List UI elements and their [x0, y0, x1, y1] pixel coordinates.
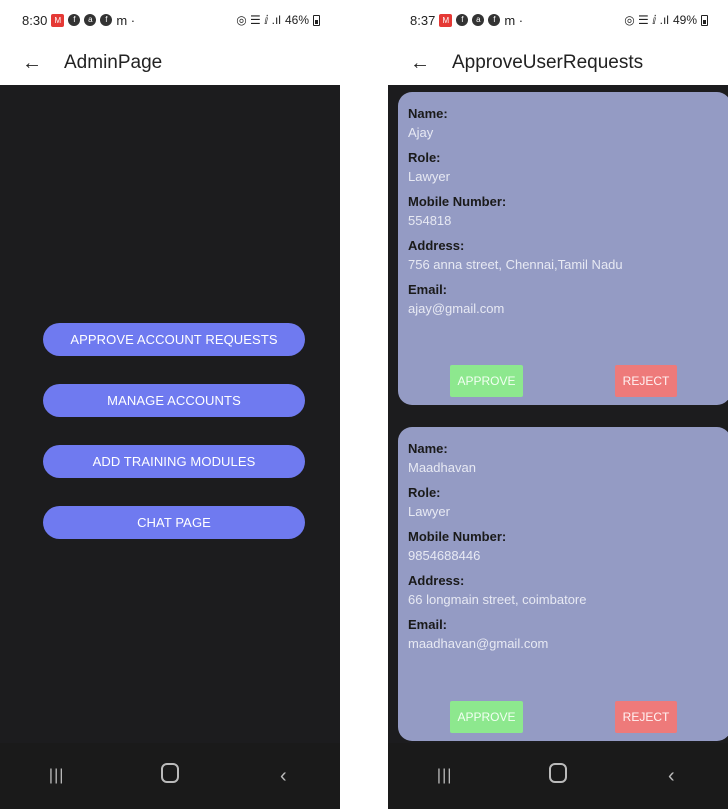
role-label: Role: [408, 150, 441, 165]
home-icon [160, 763, 179, 783]
battery-level: 46% [284, 13, 309, 27]
notification-icon: M [51, 13, 65, 27]
signal-icon: ◎ ☰ ⅈ .ıl [624, 13, 669, 27]
email-value: ajay@gmail.com [408, 301, 505, 316]
status-bar: 8:30 M f a f m · ◎ ☰ ⅈ .ıl 46% [0, 0, 340, 40]
address-label: Address: [408, 573, 465, 588]
admin-content: APPROVE ACCOUNT REQUESTS MANAGE ACCOUNTS… [0, 85, 340, 743]
mobile-value: 9854688446 [408, 548, 481, 563]
home-button[interactable] [140, 763, 200, 789]
notification-icon: f [456, 14, 469, 26]
name-value: Maadhavan [408, 460, 476, 475]
notification-icon: f [68, 14, 81, 26]
reject-button[interactable]: REJECT [615, 365, 677, 397]
status-time: 8:37 [410, 12, 436, 28]
name-value: Ajay [408, 125, 434, 140]
notification-icon: M [439, 13, 453, 27]
request-card: Name: Maadhavan Role: Lawyer Mobile Numb… [398, 427, 728, 741]
name-label: Name: [408, 106, 448, 121]
home-icon [548, 763, 567, 783]
signal-icon: ◎ ☰ ⅈ .ıl [236, 13, 281, 27]
system-nav-bar: ||| ‹ [0, 743, 340, 809]
chevron-left-icon[interactable]: ‹ [641, 765, 701, 788]
chat-page-button[interactable]: CHAT PAGE [43, 506, 305, 539]
notification-icon: f [488, 14, 501, 26]
card-actions: APPROVE REJECT [398, 701, 728, 733]
request-card: Name: Ajay Role: Lawyer Mobile Number: 5… [398, 92, 728, 405]
role-label: Role: [408, 485, 441, 500]
recent-apps-icon[interactable]: ||| [27, 767, 87, 785]
recent-apps-icon[interactable]: ||| [415, 767, 475, 785]
home-button[interactable] [528, 763, 588, 789]
app-bar: ← AdminPage [0, 40, 340, 85]
battery-icon [701, 14, 708, 26]
status-bar: 8:37 M f a f m · ◎ ☰ ⅈ .ıl 49% [388, 0, 728, 40]
approve-button[interactable]: APPROVE [450, 701, 523, 733]
approve-account-requests-button[interactable]: APPROVE ACCOUNT REQUESTS [43, 323, 305, 356]
app-bar: ← ApproveUserRequests [388, 40, 728, 85]
email-value: maadhavan@gmail.com [408, 636, 549, 651]
card-actions: APPROVE REJECT [398, 365, 728, 397]
admin-page-screen: 8:30 M f a f m · ◎ ☰ ⅈ .ıl 46% ← AdminPa… [0, 0, 340, 809]
notification-icon: a [472, 14, 485, 26]
address-value: 756 anna street, Chennai,Tamil Nadu [408, 257, 623, 272]
arrow-left-icon[interactable]: ← [22, 53, 42, 73]
address-value: 66 longmain street, coimbatore [408, 592, 587, 607]
mobile-label: Mobile Number: [408, 194, 507, 209]
requests-list: Name: Ajay Role: Lawyer Mobile Number: 5… [388, 85, 728, 743]
manage-accounts-button[interactable]: MANAGE ACCOUNTS [43, 384, 305, 417]
approve-requests-screen: 8:37 M f a f m · ◎ ☰ ⅈ .ıl 49% ← Approve… [388, 0, 728, 809]
arrow-left-icon[interactable]: ← [410, 53, 430, 73]
address-label: Address: [408, 238, 465, 253]
chevron-left-icon[interactable]: ‹ [253, 765, 313, 788]
email-label: Email: [408, 617, 448, 632]
role-value: Lawyer [408, 504, 450, 519]
name-label: Name: [408, 441, 448, 456]
page-title: AdminPage [64, 51, 163, 73]
battery-icon [313, 14, 320, 26]
add-training-modules-button[interactable]: ADD TRAINING MODULES [43, 445, 305, 478]
status-time: 8:30 [22, 12, 48, 28]
mobile-label: Mobile Number: [408, 529, 507, 544]
approve-button[interactable]: APPROVE [450, 365, 523, 397]
battery-level: 49% [672, 13, 697, 27]
email-label: Email: [408, 282, 448, 297]
reject-button[interactable]: REJECT [615, 701, 677, 733]
system-nav-bar: ||| ‹ [388, 743, 728, 809]
mobile-value: 554818 [408, 213, 452, 228]
notification-icon: f [100, 14, 113, 26]
status-glyphs: m · [116, 12, 136, 28]
role-value: Lawyer [408, 169, 450, 184]
notification-icon: a [84, 14, 97, 26]
page-title: ApproveUserRequests [452, 51, 644, 73]
status-glyphs: m · [504, 12, 524, 28]
